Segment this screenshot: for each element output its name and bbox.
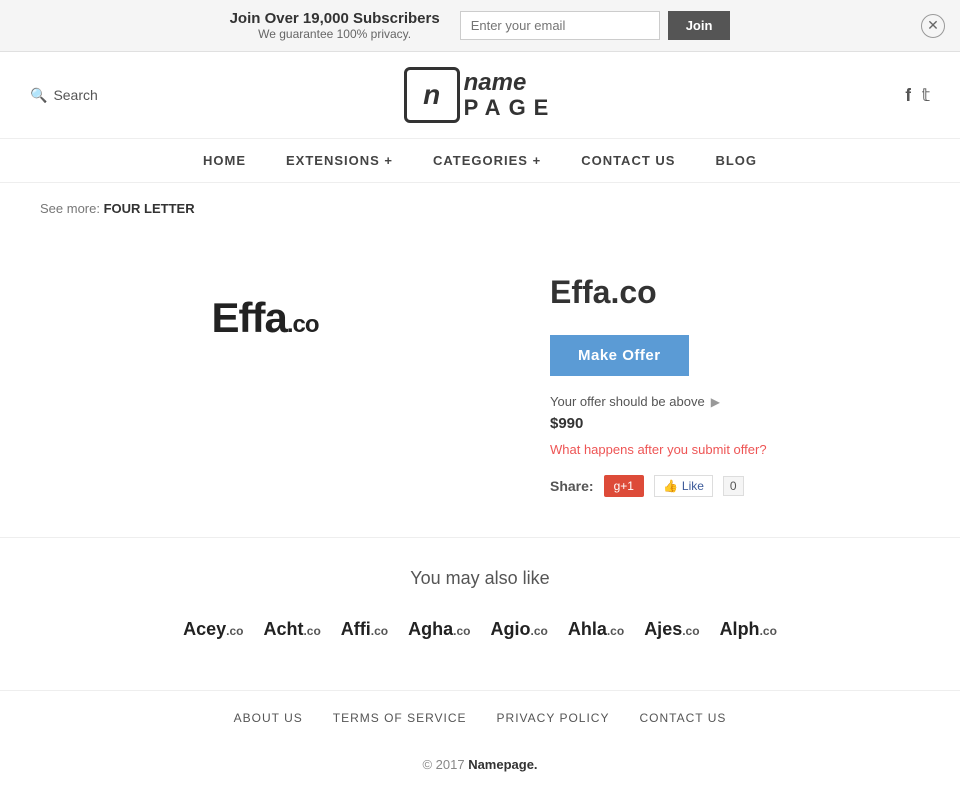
card-name: Acey bbox=[183, 619, 226, 639]
also-like-title: You may also like bbox=[40, 568, 920, 589]
logo-icon-box: n bbox=[404, 67, 460, 123]
offer-price: $990 bbox=[550, 415, 920, 432]
offer-arrow-icon: ▶ bbox=[711, 395, 720, 409]
card-name: Affi bbox=[341, 619, 371, 639]
top-banner: Join Over 19,000 Subscribers We guarante… bbox=[0, 0, 960, 52]
list-item[interactable]: Alph.co bbox=[720, 619, 777, 640]
list-item[interactable]: Agio.co bbox=[490, 619, 547, 640]
logo-icon-letter: n bbox=[423, 79, 440, 111]
logo-text: name PAGE bbox=[464, 70, 557, 121]
main-content: Effa.co Effa.co Make Offer Your offer sh… bbox=[0, 234, 960, 537]
card-name: Ahla bbox=[568, 619, 607, 639]
card-tld: .co bbox=[760, 624, 777, 638]
nav-item-extensions[interactable]: EXTENSIONS + bbox=[286, 153, 393, 168]
footer-copy-year: © 2017 bbox=[422, 757, 464, 772]
footer-terms[interactable]: TERMS OF SERVICE bbox=[333, 711, 467, 725]
main-nav: HOME EXTENSIONS + CATEGORIES + CONTACT U… bbox=[0, 139, 960, 183]
domain-details: Effa.co Make Offer Your offer should be … bbox=[550, 254, 920, 517]
footer-brand-link[interactable]: Namepage. bbox=[468, 757, 537, 772]
what-happens-link[interactable]: What happens after you submit offer? bbox=[550, 442, 920, 457]
also-like-grid: Acey.coAcht.coAffi.coAgha.coAgio.coAhla.… bbox=[40, 619, 920, 640]
facebook-icon[interactable]: 𝐟 bbox=[905, 85, 911, 106]
make-offer-button[interactable]: Make Offer bbox=[550, 335, 689, 376]
search-icon: 🔍 bbox=[30, 87, 47, 104]
card-tld: .co bbox=[682, 624, 699, 638]
list-item[interactable]: Ajes.co bbox=[644, 619, 699, 640]
social-links: 𝐟 𝕥 bbox=[780, 85, 930, 106]
offer-info: Your offer should be above ▶ bbox=[550, 394, 920, 409]
card-tld: .co bbox=[303, 624, 320, 638]
list-item[interactable]: Ahla.co bbox=[568, 619, 624, 640]
banner-sub-text: We guarantee 100% privacy. bbox=[230, 27, 440, 41]
banner-text: Join Over 19,000 Subscribers We guarante… bbox=[230, 10, 440, 41]
domain-name-text: Effa bbox=[211, 294, 286, 341]
list-item[interactable]: Acey.co bbox=[183, 619, 243, 640]
card-name: Alph bbox=[720, 619, 760, 639]
logo[interactable]: n name PAGE bbox=[404, 67, 557, 123]
join-button[interactable]: Join bbox=[668, 11, 731, 40]
fb-count: 0 bbox=[723, 476, 744, 496]
domain-tld-text: .co bbox=[287, 311, 319, 338]
footer-links: ABOUT US TERMS OF SERVICE PRIVACY POLICY… bbox=[0, 690, 960, 745]
twitter-icon[interactable]: 𝕥 bbox=[922, 85, 930, 106]
card-tld: .co bbox=[453, 624, 470, 638]
nav-item-home[interactable]: HOME bbox=[203, 153, 246, 168]
share-row: Share: g+1 👍 Like 0 bbox=[550, 475, 920, 497]
list-item[interactable]: Acht.co bbox=[263, 619, 320, 640]
breadcrumb-link[interactable]: FOUR LETTER bbox=[104, 201, 195, 216]
offer-info-text: Your offer should be above bbox=[550, 394, 705, 409]
google-plus-button[interactable]: g+1 bbox=[604, 475, 644, 497]
email-input[interactable] bbox=[460, 11, 660, 40]
nav-item-blog[interactable]: BLOG bbox=[715, 153, 757, 168]
domain-logo: Effa.co bbox=[211, 294, 318, 342]
share-label: Share: bbox=[550, 478, 594, 494]
card-name: Agio bbox=[490, 619, 530, 639]
header: 🔍 Search n name PAGE 𝐟 𝕥 bbox=[0, 52, 960, 139]
list-item[interactable]: Affi.co bbox=[341, 619, 388, 640]
breadcrumb: See more: FOUR LETTER bbox=[0, 183, 960, 234]
card-name: Agha bbox=[408, 619, 453, 639]
domain-title: Effa.co bbox=[550, 274, 920, 311]
email-form: Join bbox=[460, 11, 731, 40]
logo-page: PAGE bbox=[464, 96, 557, 120]
footer-copyright: © 2017 Namepage. bbox=[0, 745, 960, 784]
card-tld: .co bbox=[530, 624, 547, 638]
card-name: Acht bbox=[263, 619, 303, 639]
nav-item-categories[interactable]: CATEGORIES + bbox=[433, 153, 541, 168]
nav-item-contact[interactable]: CONTACT US bbox=[581, 153, 675, 168]
banner-main-text: Join Over 19,000 Subscribers bbox=[230, 10, 440, 27]
list-item[interactable]: Agha.co bbox=[408, 619, 470, 640]
fb-thumb-icon: 👍 bbox=[663, 479, 678, 493]
card-name: Ajes bbox=[644, 619, 682, 639]
card-tld: .co bbox=[371, 624, 388, 638]
facebook-like-button[interactable]: 👍 Like bbox=[654, 475, 713, 497]
see-more-label: See more: bbox=[40, 201, 100, 216]
card-tld: .co bbox=[226, 624, 243, 638]
search-area[interactable]: 🔍 Search bbox=[30, 87, 180, 104]
search-label: Search bbox=[53, 87, 97, 103]
footer-about[interactable]: ABOUT US bbox=[234, 711, 303, 725]
card-tld: .co bbox=[607, 624, 624, 638]
logo-name: name bbox=[464, 70, 557, 96]
footer-privacy[interactable]: PRIVACY POLICY bbox=[497, 711, 610, 725]
footer-contact[interactable]: CONTACT US bbox=[639, 711, 726, 725]
also-like-section: You may also like Acey.coAcht.coAffi.coA… bbox=[0, 537, 960, 670]
domain-logo-area: Effa.co bbox=[40, 254, 490, 382]
close-banner-button[interactable]: ✕ bbox=[921, 14, 945, 38]
fb-like-label: Like bbox=[682, 479, 704, 493]
